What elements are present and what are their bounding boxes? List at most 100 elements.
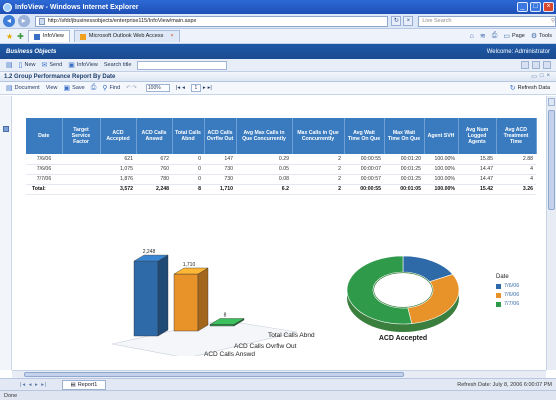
table-cell[interactable]: 8 [172, 183, 204, 195]
bar-front[interactable] [173, 273, 199, 332]
table-cell[interactable]: 3,572 [100, 183, 136, 195]
tab-infoview[interactable]: InfoView [27, 30, 70, 42]
table-cell[interactable]: 1,710 [204, 183, 236, 195]
table-cell[interactable]: 00:00:57 [344, 174, 384, 185]
table-cell[interactable]: 2 [292, 154, 344, 165]
table-cell[interactable]: 2 [292, 164, 344, 175]
undo-button[interactable]: ↶ ↷ [126, 85, 137, 91]
table-cell[interactable]: 1,876 [100, 174, 136, 185]
table-cell[interactable]: 15.85 [458, 154, 496, 165]
table-cell[interactable]: 00:00:55 [344, 154, 384, 165]
scroll-thumb[interactable] [548, 110, 555, 210]
last-page-icon[interactable]: ▸| [208, 85, 212, 91]
table-cell[interactable]: 0 [172, 154, 204, 165]
logoff-icon[interactable] [543, 61, 551, 69]
column-header[interactable]: Avg Num Logged Agents [458, 118, 497, 154]
table-cell[interactable]: 00:00:07 [344, 164, 384, 175]
back-button[interactable]: ◂ [3, 15, 15, 27]
table-cell[interactable]: Total: [26, 183, 62, 195]
table-cell[interactable]: 14.47 [458, 164, 496, 175]
table-cell[interactable]: 7/6/06 [26, 154, 62, 165]
tab-close-icon[interactable]: × [170, 31, 173, 42]
view-menu[interactable]: View [46, 85, 58, 91]
close-button[interactable]: × [543, 2, 554, 12]
infoview-button[interactable]: ▣ InfoView [68, 61, 98, 69]
table-cell[interactable]: 780 [136, 174, 172, 185]
find-button[interactable]: ⚲ Find [102, 84, 120, 92]
table-cell[interactable]: 00:01:25 [384, 164, 424, 175]
next-page-icon[interactable]: ▸ [203, 85, 206, 91]
table-cell[interactable]: 100.00% [424, 154, 458, 165]
horizontal-scroll-thumb[interactable] [24, 372, 404, 377]
table-cell[interactable]: 6.2 [236, 183, 292, 195]
print-button[interactable]: ⎙ [492, 32, 498, 40]
table-cell[interactable]: 00:01:05 [384, 183, 424, 195]
table-cell[interactable]: 00:01:20 [384, 154, 424, 165]
table-cell[interactable] [62, 154, 100, 165]
table-cell[interactable] [62, 164, 100, 175]
prev-page-icon[interactable]: ◂ [182, 85, 185, 91]
table-cell[interactable]: 14.47 [458, 174, 496, 185]
column-header[interactable]: Max Wait Time On Que [384, 118, 425, 154]
print-report-button[interactable]: ⎙ [91, 84, 97, 92]
table-cell[interactable]: 2.88 [496, 154, 536, 165]
document-search-input[interactable] [137, 60, 228, 70]
preferences-icon[interactable] [521, 61, 529, 69]
tools-menu[interactable]: ⚙ Tools [531, 32, 552, 40]
favorites-star-icon[interactable]: ★ [6, 32, 13, 41]
vertical-scrollbar[interactable] [546, 96, 556, 370]
table-cell[interactable]: 100.00% [424, 174, 458, 185]
table-cell[interactable]: 1,075 [100, 164, 136, 175]
column-header[interactable]: Date [26, 118, 63, 154]
table-cell[interactable]: 3.26 [496, 183, 536, 195]
table-cell[interactable]: 621 [100, 154, 136, 165]
document-menu[interactable]: ▤ Document [6, 84, 40, 92]
table-cell[interactable] [62, 183, 100, 195]
table-cell[interactable]: 0.05 [236, 164, 292, 175]
table-cell[interactable]: 0.08 [236, 174, 292, 185]
save-button[interactable]: ▣ Save [64, 84, 85, 92]
report-max-icon[interactable]: □ [540, 73, 544, 80]
table-cell[interactable]: 2 [292, 174, 344, 185]
table-cell[interactable]: 7/7/06 [26, 174, 62, 185]
column-header[interactable]: Max Calls in Que Concurrently [292, 118, 345, 154]
home-doc-button[interactable]: ▤ [6, 61, 13, 69]
column-header[interactable]: Avg ACD Treatment Time [496, 118, 537, 154]
table-cell[interactable]: 7/6/06 [26, 164, 62, 175]
table-cell[interactable]: 147 [204, 154, 236, 165]
add-favorites-icon[interactable]: ✚ [17, 32, 24, 41]
table-cell[interactable]: 100.00% [424, 183, 458, 195]
report-close-icon[interactable]: × [546, 73, 550, 80]
search-input[interactable]: Live Search ⚲ [418, 15, 556, 27]
table-cell[interactable]: 0 [172, 174, 204, 185]
forward-button[interactable]: ▸ [17, 15, 30, 27]
report-restore-icon[interactable]: ▭ [531, 73, 537, 80]
table-cell[interactable]: 00:01:25 [384, 174, 424, 185]
table-cell[interactable]: 0.29 [236, 154, 292, 165]
table-cell[interactable]: 0 [172, 164, 204, 175]
table-cell[interactable]: 2,248 [136, 183, 172, 195]
maximize-button[interactable]: □ [530, 2, 541, 12]
address-field[interactable]: http://sfdr/jbusinessobjects/enterprise1… [34, 15, 389, 27]
page-menu[interactable]: ▭ Page [503, 32, 524, 40]
zoom-select[interactable]: 100% [143, 84, 170, 92]
table-cell[interactable]: 730 [204, 174, 236, 185]
first-page-icon[interactable]: |◂ [176, 85, 180, 91]
sheet-nav-arrows[interactable]: |◂ ◂ ▸ ▸| [20, 382, 48, 388]
column-header[interactable]: ACD Calls Answd [136, 118, 173, 154]
column-header[interactable]: Avg Wait Time On Que [344, 118, 385, 154]
table-cell[interactable]: 100.00% [424, 164, 458, 175]
refresh-data-button[interactable]: ↻ Refresh Data [510, 84, 550, 92]
table-cell[interactable] [62, 174, 100, 185]
table-cell[interactable]: 15.42 [458, 183, 496, 195]
minimize-button[interactable]: _ [517, 2, 528, 12]
send-button[interactable]: ✉ Send [42, 61, 63, 69]
column-header[interactable]: ACD Accepted [100, 118, 137, 154]
column-header[interactable]: Avg Max Calls in Que Concurrently [236, 118, 293, 154]
page-number-input[interactable]: 1 [190, 84, 201, 92]
new-button[interactable]: ▯ New [19, 61, 36, 69]
table-cell[interactable]: 2 [292, 183, 344, 195]
table-cell[interactable]: 730 [204, 164, 236, 175]
column-header[interactable]: Agent SVH [424, 118, 459, 154]
table-cell[interactable]: 00:00:55 [344, 183, 384, 195]
